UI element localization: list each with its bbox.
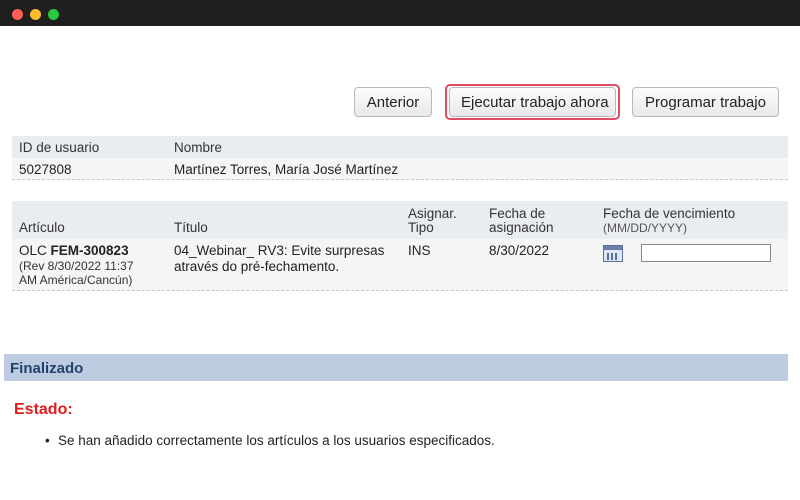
title-cell-line2: através do pré-fechamento. [174,259,340,274]
article-cell: OLC FEM-300823 [19,243,129,258]
article-prefix: OLC [19,243,47,258]
article-revision-line2: AM América/Cancún) [19,273,133,287]
maximize-window-button[interactable] [48,9,59,20]
due-date-header: Fecha de vencimiento [603,206,736,221]
item-table-header: Artículo Título Asignar. Tipo Fecha de a… [12,201,788,239]
minimize-window-button[interactable] [30,9,41,20]
user-name-cell: Martínez Torres, María José Martínez [174,162,399,177]
close-window-button[interactable] [12,9,23,20]
assign-date-cell: 8/30/2022 [489,243,550,258]
status-message: Se han añadido correctamente los artícul… [58,433,495,448]
title-cell-line1: 04_Webinar_ RV3: Evite surpresas [174,243,385,258]
user-id-header: ID de usuario [19,140,100,155]
user-table-row: 5027808 Martínez Torres, María José Mart… [12,158,788,180]
window-titlebar [0,0,800,26]
run-job-now-button[interactable]: Ejecutar trabajo ahora [449,87,616,117]
schedule-job-button[interactable]: Programar trabajo [632,87,779,117]
user-id-cell: 5027808 [19,162,72,177]
title-header: Título [174,220,208,235]
assign-date-header-line2: asignación [489,220,554,235]
user-table-header: ID de usuario Nombre [12,136,788,158]
due-date-input[interactable] [641,244,771,262]
article-code: FEM-300823 [50,243,129,258]
assign-date-header-line1: Fecha de [489,206,546,221]
assign-type-header-line2: Tipo [408,220,434,235]
status-label: Estado: [14,401,73,418]
previous-button[interactable]: Anterior [354,87,432,117]
section-title: Finalizado [10,360,84,377]
assign-type-header-line1: Asignar. [408,206,457,221]
article-revision-line1: (Rev 8/30/2022 11:37 [19,259,134,273]
section-header-bar: Finalizado [4,354,788,381]
name-header: Nombre [174,140,223,155]
calendar-icon[interactable] [603,245,623,262]
bullet-icon: • [45,433,50,448]
item-table-row: OLC FEM-300823 (Rev 8/30/2022 11:37 AM A… [12,239,788,291]
due-date-format-hint: (MM/DD/YYYY) [603,221,687,235]
article-header: Artículo [19,220,65,235]
assign-type-cell: INS [408,243,431,258]
